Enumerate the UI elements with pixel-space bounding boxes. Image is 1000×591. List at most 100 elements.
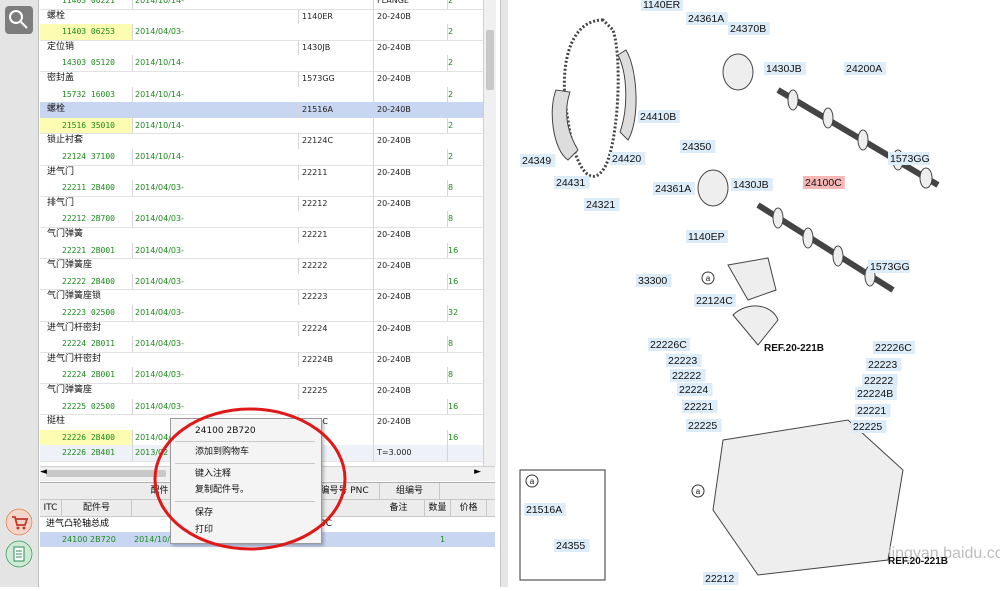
diagram-label[interactable]: 1140ER (641, 0, 683, 11)
diagram-label-text: 33300 (638, 275, 667, 287)
diagram-label[interactable]: 1430JB (731, 178, 773, 191)
part-number-row[interactable]: 22221 2B001 2014/04/03- 16 (40, 242, 495, 260)
diagram-label[interactable]: REF.20-221B (888, 556, 948, 567)
diagram-label[interactable]: 24355 (554, 539, 590, 552)
diagram-label[interactable]: 22224B (855, 387, 897, 400)
part-name-row[interactable]: 气门弹簧座 22222 20-240B (40, 258, 495, 275)
ref-code: 1573GG (298, 71, 373, 87)
part-number: 22212 2B700 (62, 214, 115, 224)
diagram-label[interactable]: REF.20-221B (764, 343, 824, 354)
part-name-row[interactable]: 螺栓 1140ER 20-240B (40, 8, 495, 26)
col-itc[interactable]: ITC (40, 500, 62, 516)
diagram-label-text: 22225 (853, 421, 882, 433)
group-code: 20-240B (373, 351, 447, 368)
spec (373, 305, 447, 321)
diagram-label[interactable]: 24321 (584, 198, 620, 211)
diagram-label[interactable]: 24370B (728, 22, 770, 35)
scroll-right-arrow-icon[interactable]: ► (474, 467, 481, 477)
spec (373, 24, 447, 40)
part-number-row[interactable]: 11403 06253 2014/04/03- 2 (40, 24, 495, 41)
diagram-label[interactable]: 24200A (844, 62, 886, 75)
diagram-label-text: 24370B (730, 23, 766, 35)
vertical-scrollbar[interactable] (483, 0, 496, 466)
spec (373, 336, 447, 352)
part-name-row[interactable]: 进气门杆密封 22224 20-240B (40, 320, 495, 338)
diagram-label[interactable]: 1140EP (686, 230, 728, 243)
part-number-row[interactable]: 14303 05120 2014/10/14- 2 (40, 55, 495, 72)
part-name-row[interactable]: 进气门 22211 20-240B (40, 164, 495, 182)
cart-icon[interactable] (5, 508, 33, 536)
part-number-row[interactable]: 22211 2B400 2014/04/03- 8 (40, 180, 495, 197)
part-number-row[interactable]: 21516 35010 2014/10/14- 2 (40, 117, 495, 135)
scroll-thumb[interactable] (486, 30, 494, 90)
group-code: 20-240B (373, 227, 447, 243)
diagram-label[interactable]: 24349 (520, 154, 556, 167)
diagram-label[interactable]: 22222 (862, 374, 898, 387)
diagram-label[interactable]: 22223 (866, 358, 902, 371)
part-name-row[interactable]: 定位销 1430JB 20-240B (40, 39, 495, 57)
spec (373, 273, 447, 290)
diagram-label[interactable]: 24431 (554, 176, 590, 189)
diagram-label[interactable]: 22221 (682, 400, 718, 413)
diagram-label[interactable]: 1573GG (868, 260, 910, 273)
part-number: 22224 2B001 (62, 370, 115, 380)
inset-marker-text: a (530, 477, 535, 486)
part-number: 14303 05120 (62, 58, 115, 68)
part-number-row[interactable]: 22224 2B011 2014/04/03- 8 (40, 336, 495, 353)
part-name-row[interactable]: 气门弹簧座锁 22223 20-240B (40, 289, 495, 306)
part-name-row[interactable]: 进气门杆密封 22224B 20-240B (40, 351, 495, 369)
part-name-row[interactable]: 锁止衬套 22124C 20-240B (40, 133, 495, 150)
col-note[interactable]: 备注 (373, 500, 425, 516)
col-price[interactable]: 价格 (451, 500, 487, 516)
diagram-label[interactable]: 22224 (677, 383, 713, 396)
part-number-row[interactable]: 22222 2B400 2014/04/03- 16 (40, 273, 495, 291)
diagram-label[interactable]: 22225 (851, 420, 887, 433)
diagram-label[interactable]: 22226C (648, 338, 690, 351)
part-number-row[interactable]: 15732 16003 2014/10/14- 2 (40, 86, 495, 104)
chain-guide-left (551, 89, 579, 161)
diagram-label[interactable]: 22222 (670, 369, 706, 382)
col-part-no[interactable]: 配件号 (62, 500, 132, 516)
diagram-label-text: 1140EP (688, 231, 725, 243)
diagram-label[interactable]: 22223 (666, 354, 702, 367)
diagram-label[interactable]: 24350 (680, 140, 716, 153)
diagram-label-text: 22224B (857, 388, 893, 400)
diagram-label-text: REF.20-221B (888, 556, 948, 567)
part-name-row[interactable]: 排气门 22212 20-240B (40, 195, 495, 213)
diagram-label[interactable]: 1430JB (764, 62, 806, 75)
diagram-label[interactable]: 1573GG (888, 152, 930, 165)
intake-camshaft-upper (722, 53, 940, 189)
part-number-row[interactable]: 22212 2B700 2014/04/03- 8 (40, 211, 495, 228)
diagram-label[interactable]: 24361A (686, 12, 728, 25)
diagram-label-text: 24361A (688, 13, 724, 25)
diagram-label[interactable]: 21516A (524, 503, 566, 516)
valid-date: 2014/10/14- (132, 149, 298, 165)
hscroll-thumb[interactable] (46, 470, 166, 477)
document-icon[interactable] (5, 540, 33, 568)
diagram-label-text: 22222 (672, 370, 701, 382)
group-code: 20-240B (373, 383, 447, 399)
part-number-row[interactable]: 22223 02500 2014/04/03- 32 (40, 305, 495, 322)
diagram-label[interactable]: 33300 (636, 274, 672, 287)
diagram-label[interactable]: 24361A (653, 182, 695, 195)
scroll-left-arrow-icon[interactable]: ◄ (40, 467, 47, 477)
diagram-label[interactable]: 24100C (803, 176, 845, 189)
part-name-row[interactable]: 气门弹簧座 22225 20-240B (40, 383, 495, 400)
diagram-label-text: 1573GG (870, 261, 910, 273)
part-search-icon[interactable] (5, 6, 33, 34)
diagram-label[interactable]: 22124C (694, 294, 736, 307)
part-number-row[interactable]: 22124 37100 2014/10/14- 2 (40, 149, 495, 166)
diagram-label[interactable]: 22226C (873, 341, 915, 354)
diagram-label[interactable]: 22221 (855, 404, 891, 417)
diagram-label[interactable]: 22225 (686, 419, 722, 432)
part-name-row[interactable]: 气门弹簧 22221 20-240B (40, 227, 495, 244)
part-name-row[interactable]: 螺栓 21516A 20-240B (40, 102, 495, 119)
part-name-row[interactable]: 密封盖 1573GG 20-240B (40, 71, 495, 88)
diagram-label-text: 22224 (679, 384, 708, 396)
col-qty[interactable]: 数量 (425, 500, 451, 516)
ref-code: 22212 (298, 195, 373, 212)
diagram-label[interactable]: 24420 (610, 152, 646, 165)
part-number-row[interactable]: 22224 2B001 2014/04/03- 8 (40, 367, 495, 384)
diagram-label[interactable]: 22212 (703, 572, 739, 585)
diagram-label[interactable]: 24410B (638, 110, 680, 123)
